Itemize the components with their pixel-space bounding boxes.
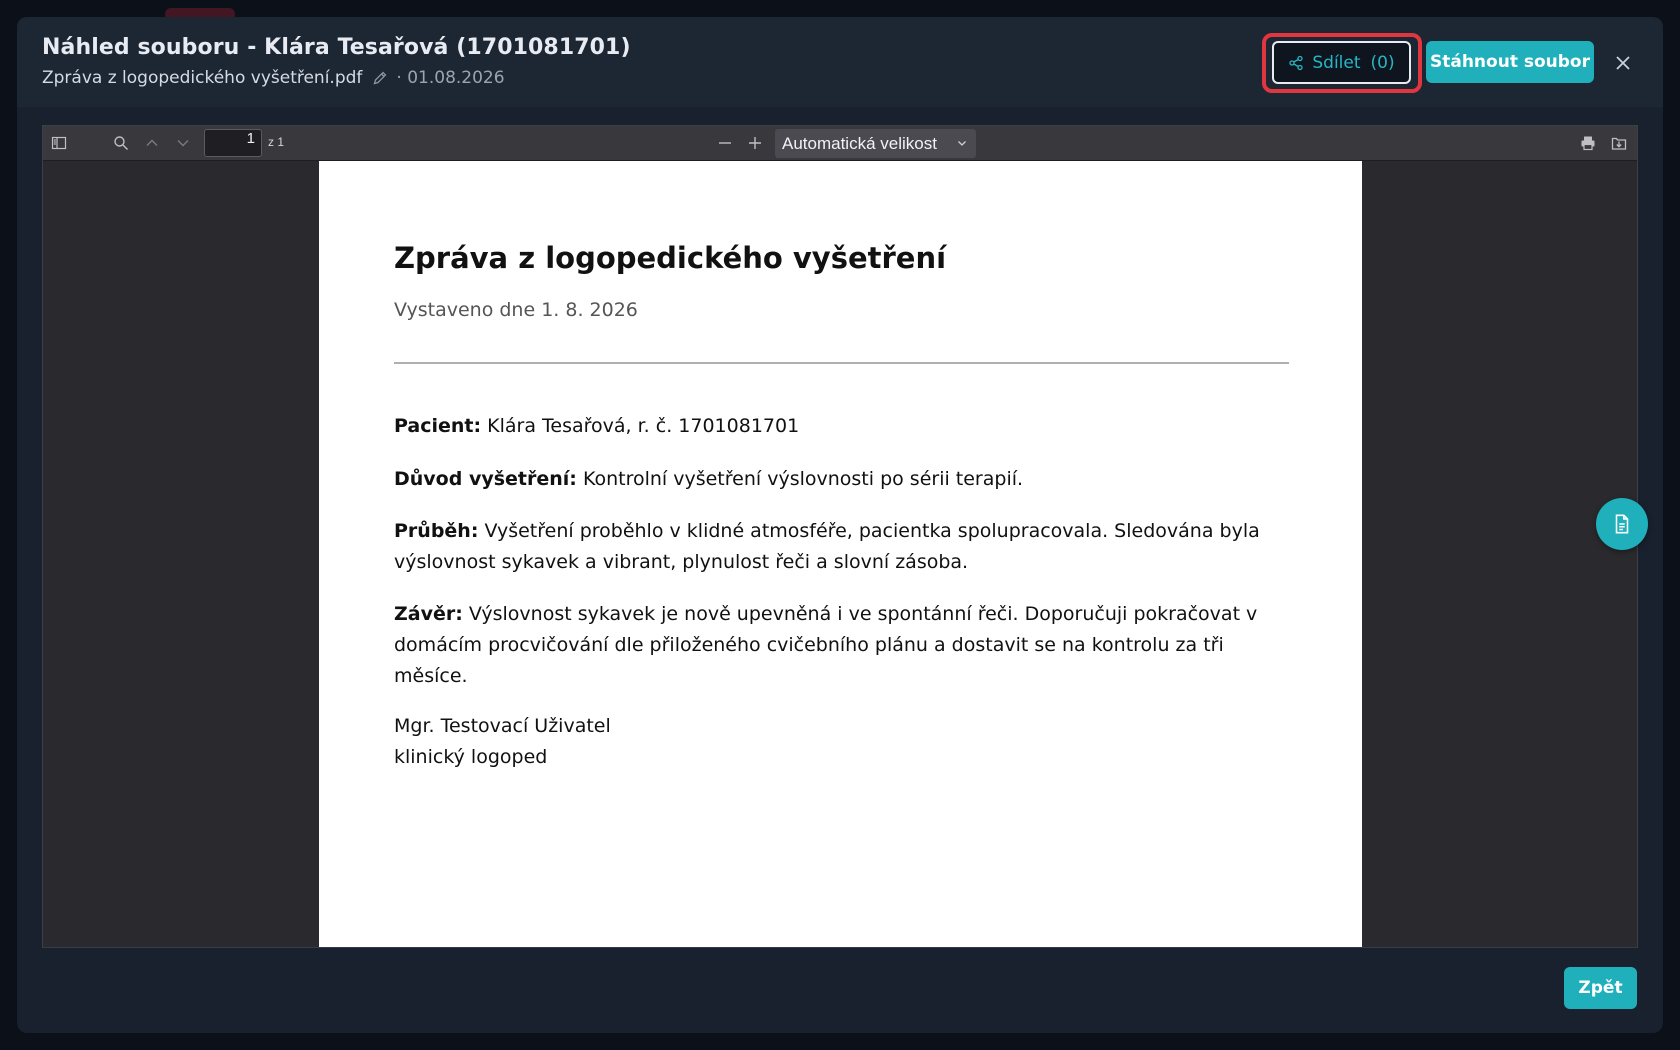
chevron-down-icon [958,141,966,146]
pdf-page: Zpráva z logopedického vyšetření Vystave… [319,161,1362,947]
signature-name: Mgr. Testovací Uživatel [394,715,611,737]
file-info: Zpráva z logopedického vyšetření.pdf · 0… [42,68,505,88]
print-icon[interactable] [1580,135,1596,151]
pdf-viewer: 1 z 1 Automatická velikost Zpráva z logo… [42,125,1638,948]
conclusion-value: Výslovnost sykavek je nově upevněná i ve… [394,603,1258,687]
page-number-input[interactable]: 1 [204,129,262,157]
reason-label: Důvod vyšetření: [394,468,577,490]
share-button[interactable]: Sdílet (0) [1272,41,1411,84]
chevron-down-icon[interactable] [175,135,191,151]
course-label: Průběh: [394,520,479,542]
search-icon[interactable] [113,135,129,151]
page-count: z 1 [268,135,285,149]
modal-title: Náhled souboru - Klára Tesařová (1701081… [42,35,631,60]
sidebar-toggle-icon[interactable] [51,135,67,151]
chevron-up-icon[interactable] [144,135,160,151]
zoom-select[interactable]: Automatická velikost [775,129,976,158]
zoom-select-value: Automatická velikost [782,133,937,153]
conclusion-paragraph: Závěr: Výslovnost sykavek je nově upevně… [394,599,1294,692]
pencil-icon[interactable] [372,70,388,86]
document-icon[interactable] [1596,498,1648,550]
zoom-in-icon[interactable] [747,135,763,151]
course-value: Vyšetření proběhlo v klidné atmosféře, p… [394,520,1260,573]
share-icon [1289,55,1304,70]
reason-paragraph: Důvod vyšetření: Kontrolní vyšetření výs… [394,464,1294,495]
zoom-out-icon[interactable] [717,135,733,151]
document-title: Zpráva z logopedického vyšetření [394,241,947,275]
pdf-toolbar: 1 z 1 Automatická velikost [43,126,1637,161]
signature-role: klinický logoped [394,746,548,768]
patient-paragraph: Pacient: Klára Tesařová, r. č. 170108170… [394,411,1294,442]
file-name: Zpráva z logopedického vyšetření.pdf [42,68,363,88]
close-icon[interactable] [1609,49,1637,77]
back-button[interactable]: Zpět [1564,967,1637,1009]
document-divider [394,362,1289,364]
file-preview-modal: Náhled souboru - Klára Tesařová (1701081… [17,17,1663,1033]
conclusion-label: Závěr: [394,603,463,625]
download-button[interactable]: Stáhnout soubor [1426,41,1594,83]
file-date: · 01.08.2026 [396,68,505,88]
share-label: Sdílet [1312,52,1361,73]
patient-label: Pacient: [394,415,482,437]
save-icon[interactable] [1611,135,1627,151]
course-paragraph: Průběh: Vyšetření proběhlo v klidné atmo… [394,516,1294,578]
patient-value: Klára Tesařová, r. č. 1701081701 [481,415,800,437]
share-count: (0) [1370,52,1395,73]
reason-value: Kontrolní vyšetření výslovnosti po sérii… [576,468,1024,490]
document-issued-date: Vystaveno dne 1. 8. 2026 [394,299,638,321]
signature-block: Mgr. Testovací Uživatel klinický logoped [394,711,611,773]
modal-header: Náhled souboru - Klára Tesařová (1701081… [17,17,1663,107]
footer-divider [42,947,1638,948]
